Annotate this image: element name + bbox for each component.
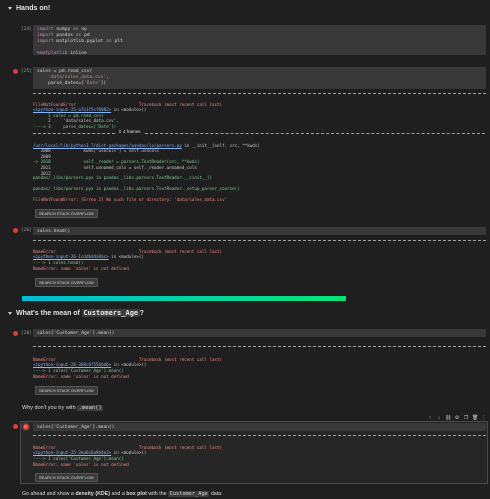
traceback-link[interactable]: <ipython-input-25-a7a1f5cf6882>: [33, 107, 111, 112]
traceback-output: NameError Traceback (most recent call la…: [33, 356, 223, 373]
final-error: NameError: name 'sales' is not defined: [33, 266, 129, 271]
code-line: parse_dates=['Date']): [37, 81, 107, 86]
search-stack-overflow-button[interactable]: SEARCH STACK OVERFLOW: [35, 473, 98, 482]
code-cell-active[interactable]: sales['Customer_Age'].mean(): [33, 423, 486, 431]
gradient-divider: [22, 296, 346, 301]
final-error: NameError: name 'sales' is not defined: [33, 462, 129, 467]
traceback-link[interactable]: <ipython-input-28-368c6f55b6d6>: [33, 362, 111, 367]
section-heading-mean[interactable]: What's the mean of Customers_Age?: [8, 309, 144, 317]
code-line: %matplotlib inline: [37, 51, 87, 56]
stop-icon: ✕: [22, 423, 29, 430]
final-error: NameError: name 'sales' is not defined: [33, 374, 129, 379]
traceback-frames: /usr/local/lib/python3.7/dist-packages/p…: [33, 142, 260, 176]
final-error: FileNotFoundError: [Errno 2] No such fil…: [33, 197, 228, 202]
search-stack-overflow-button[interactable]: SEARCH STACK OVERFLOW: [35, 209, 98, 218]
instruction-text: Go ahead and show a density (KDE) and a …: [22, 491, 223, 497]
code-line: sales.head(): [37, 229, 71, 234]
run-cell-button[interactable]: ✕: [21, 422, 30, 431]
execution-count: [24]: [20, 27, 32, 32]
error-run-indicator[interactable]: [13, 69, 18, 74]
section-title: Hands on!: [16, 5, 51, 12]
traceback-link[interactable]: <ipython-input-25-3ea6c6a9b4e3>: [33, 450, 111, 455]
traceback-output: NameError Traceback (most recent call la…: [33, 444, 223, 461]
expand-icon: ⇕: [118, 129, 122, 134]
frames-toggle[interactable]: ⇕ 4 frames: [118, 129, 141, 135]
code-line: sales['Customer_Age'].mean(): [37, 331, 115, 336]
error-run-indicator[interactable]: [13, 331, 18, 336]
code-line: sales['Customer_Age'].mean(): [37, 425, 115, 430]
execution-count: [25]: [20, 69, 32, 74]
section-heading-hands-on[interactable]: Hands on!: [8, 5, 50, 12]
traceback-output: FileNotFoundError Traceback (most recent…: [33, 101, 223, 129]
code-cell-head[interactable]: sales.head(): [33, 227, 486, 235]
code-cell-imports[interactable]: import numpy as np import pandas as pd i…: [33, 25, 486, 56]
code-cell-read-csv[interactable]: sales = pd.read_csv( 'data/sales_data.cs…: [33, 67, 486, 89]
search-stack-overflow-button[interactable]: SEARCH STACK OVERFLOW: [35, 278, 98, 287]
chevron-down-icon[interactable]: [8, 7, 12, 10]
code-cell-mean[interactable]: sales['Customer_Age'].mean(): [33, 329, 486, 337]
output-divider: [33, 93, 486, 94]
execution-count: [26]: [20, 228, 32, 233]
section-title: What's the mean of Customers_Age?: [16, 309, 144, 317]
reader-trace-2: pandas/_libs/parsers.pyx in pandas._libs…: [33, 186, 240, 191]
traceback-link[interactable]: <ipython-input-26-1cddbd4a9ac>: [33, 254, 109, 259]
hint-text: Why don't you try with .mean(): [22, 405, 104, 411]
search-stack-overflow-button[interactable]: SEARCH STACK OVERFLOW: [35, 386, 98, 395]
chevron-down-icon[interactable]: [8, 311, 12, 315]
execution-count: [28]: [20, 331, 32, 336]
error-run-indicator[interactable]: [13, 228, 18, 233]
reader-trace-1: pandas/_libs/parsers.pyx in pandas._libs…: [33, 175, 212, 180]
traceback-link[interactable]: /usr/local/lib/python3.7/dist-packages/p…: [33, 143, 182, 148]
error-run-indicator[interactable]: [13, 424, 18, 429]
traceback-output: NameError Traceback (most recent call la…: [33, 248, 223, 265]
